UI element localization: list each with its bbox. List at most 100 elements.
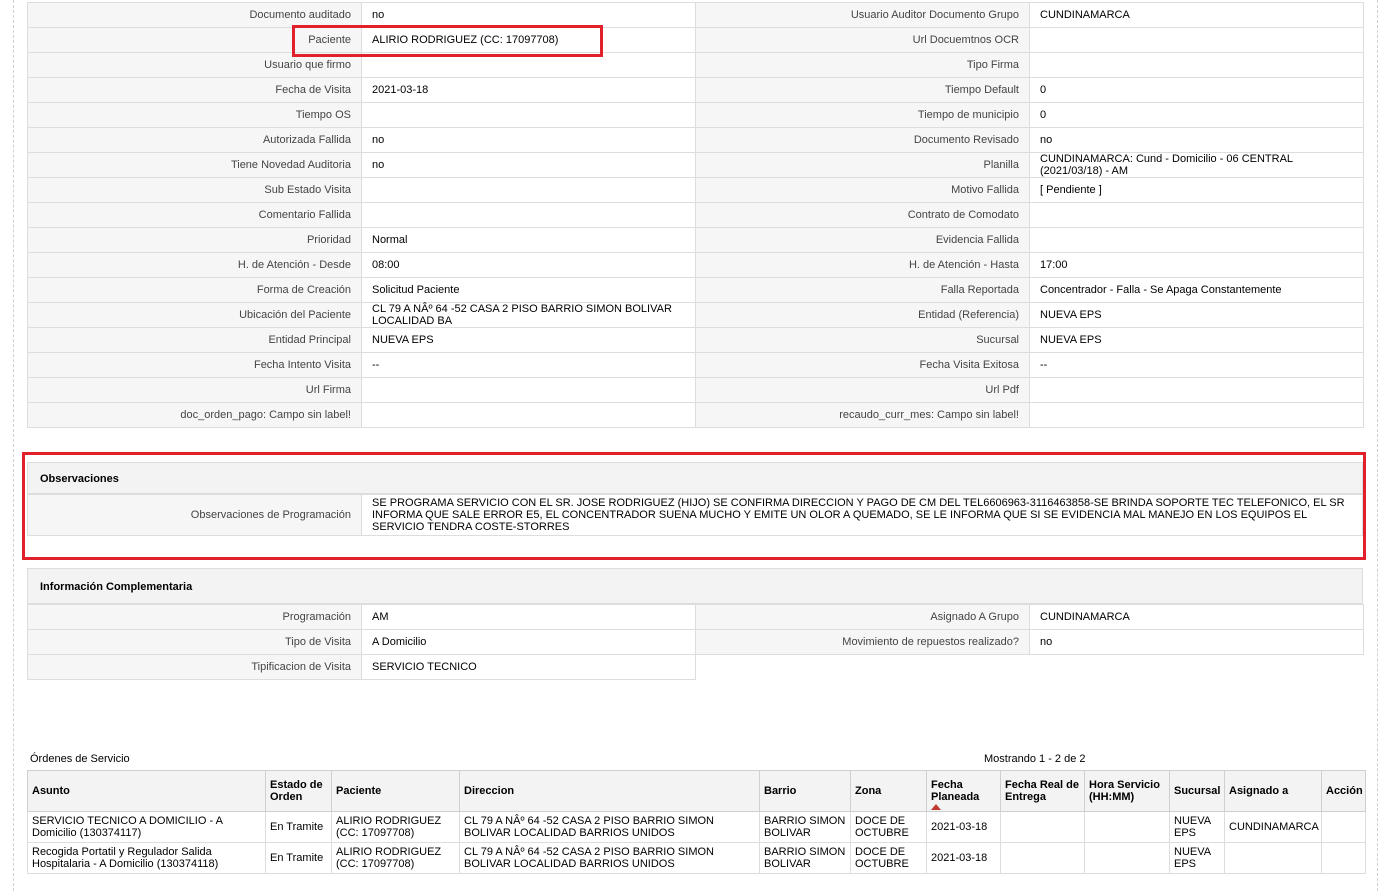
cell-direccion: CL 79 A NÂº 64 -52 CASA 2 PISO BARRIO SI… xyxy=(459,842,760,874)
complementaria-row: Tipificacion de Visita SERVICIO TECNICO xyxy=(27,654,1364,680)
cell-asunto: SERVICIO TECNICO A DOMICILIO - A Domicil… xyxy=(27,811,266,843)
detail-row: Comentario Fallida Contrato de Comodato xyxy=(27,202,1364,228)
field-value xyxy=(1029,377,1364,403)
col-header-direccion[interactable]: Direccion xyxy=(459,770,760,812)
cell-fecha-real xyxy=(1000,842,1085,874)
field-label: Forma de Creación xyxy=(27,277,362,303)
field-label: Tipificacion de Visita xyxy=(27,654,362,680)
col-header-accion: Acción xyxy=(1321,770,1366,812)
field-value: -- xyxy=(361,352,696,378)
orders-table: Asunto Estado de Orden Paciente Direccio… xyxy=(27,770,1366,874)
field-value: CUNDINAMARCA: Cund - Domicilio - 06 CENT… xyxy=(1029,152,1364,178)
detail-row: Ubicación del Paciente CL 79 A NÂº 64 -52… xyxy=(27,302,1364,328)
complementaria-row: Tipo de Visita A Domicilio Movimiento de r… xyxy=(27,629,1364,655)
col-header-hora[interactable]: Hora Servicio (HH:MM) xyxy=(1084,770,1170,812)
detail-row: Fecha de Visita 2021-03-18 Tiempo Default 0 xyxy=(27,77,1364,103)
field-label: Documento Revisado xyxy=(695,127,1030,153)
field-label: Tiene Novedad Auditoria xyxy=(27,152,362,178)
field-value xyxy=(1029,402,1364,428)
field-label: Comentario Fallida xyxy=(27,202,362,228)
cell-estado: En Tramite xyxy=(265,811,332,843)
col-header-zona[interactable]: Zona xyxy=(850,770,927,812)
field-value xyxy=(361,402,696,428)
field-value xyxy=(361,202,696,228)
field-label: Sub Estado Visita xyxy=(27,177,362,203)
field-value: no xyxy=(361,152,696,178)
complementaria-row: Programación AM Asignado A Grupo CUNDINAMAR… xyxy=(27,604,1364,630)
col-header-paciente[interactable]: Paciente xyxy=(331,770,460,812)
field-label: Falla Reportada xyxy=(695,277,1030,303)
col-header-fecha-real[interactable]: Fecha Real de Entrega xyxy=(1000,770,1085,812)
field-label: Fecha de Visita xyxy=(27,77,362,103)
field-label: Usuario Auditor Documento Grupo xyxy=(695,2,1030,28)
field-value: 17:00 xyxy=(1029,252,1364,278)
field-label: Entidad Principal xyxy=(27,327,362,353)
field-value: 2021-03-18 xyxy=(361,77,696,103)
detail-row: Fecha Intento Visita -- Fecha Visita Exito… xyxy=(27,352,1364,378)
right-dashed-guide xyxy=(1377,0,1378,891)
field-label: Autorizada Fallida xyxy=(27,127,362,153)
field-value: no xyxy=(1029,127,1364,153)
field-value xyxy=(1029,654,1364,680)
field-label: Tipo Firma xyxy=(695,52,1030,78)
field-label xyxy=(695,654,1030,680)
field-value: NUEVA EPS xyxy=(1029,302,1364,328)
field-value: CUNDINAMARCA xyxy=(1029,2,1364,28)
left-dashed-guide xyxy=(13,0,14,891)
col-header-fecha-planeada[interactable]: Fecha Planeada xyxy=(926,770,1001,812)
orders-header-row: Asunto Estado de Orden Paciente Direccio… xyxy=(27,770,1366,812)
field-label: Url Firma xyxy=(27,377,362,403)
field-label: Url Docuemtnos OCR xyxy=(695,27,1030,53)
field-label: Prioridad xyxy=(27,227,362,253)
field-label: Tiempo Default xyxy=(695,77,1030,103)
field-label: H. de Atención - Desde xyxy=(27,252,362,278)
field-label: H. de Atención - Hasta xyxy=(695,252,1030,278)
cell-direccion: CL 79 A NÂº 64 -52 CASA 2 PISO BARRIO SI… xyxy=(459,811,760,843)
field-label: Url Pdf xyxy=(695,377,1030,403)
cell-zona: DOCE DE OCTUBRE xyxy=(850,842,927,874)
cell-fecha-real xyxy=(1000,811,1085,843)
cell-hora xyxy=(1084,842,1170,874)
detail-row: Sub Estado Visita Motivo Fallida[ Pendien… xyxy=(27,177,1364,203)
col-header-fecha-planeada-label: Fecha Planeada xyxy=(931,779,980,803)
field-label: Fecha Intento Visita xyxy=(27,352,362,378)
field-label: Movimiento de repuestos realizado? xyxy=(695,629,1030,655)
cell-barrio: BARRIO SIMON BOLIVAR xyxy=(759,842,851,874)
col-header-barrio[interactable]: Barrio xyxy=(759,770,851,812)
orders-pagination-count: Mostrando 1 - 2 de 2 xyxy=(984,753,1086,765)
field-value: Concentrador - Falla - Se Apaga Constant… xyxy=(1029,277,1364,303)
detail-row: Tiempo OS Tiempo de municipio 0 xyxy=(27,102,1364,128)
col-header-asignado[interactable]: Asignado a xyxy=(1224,770,1322,812)
col-header-estado[interactable]: Estado de Orden xyxy=(265,770,332,812)
field-label: Fecha Visita Exitosa xyxy=(695,352,1030,378)
complementaria-table: Programación AM Asignado A Grupo CUNDINAMAR… xyxy=(27,604,1364,680)
field-label: Ubicación del Paciente xyxy=(27,302,362,328)
field-value: 0 xyxy=(1029,77,1364,103)
orders-title: Órdenes de Servicio xyxy=(30,753,130,765)
cell-estado: En Tramite xyxy=(265,842,332,874)
col-header-asunto[interactable]: Asunto xyxy=(27,770,266,812)
field-value xyxy=(361,377,696,403)
col-header-sucursal[interactable]: Sucursal xyxy=(1169,770,1225,812)
cell-accion xyxy=(1321,811,1366,843)
field-label: Motivo Fallida xyxy=(695,177,1030,203)
cell-fecha-planeada: 2021-03-18 xyxy=(926,811,1001,843)
field-label: doc_orden_pago: Campo sin label! xyxy=(27,402,362,428)
detail-row: H. de Atención - Desde 08:00 H. de Atenció… xyxy=(27,252,1364,278)
cell-asignado xyxy=(1224,842,1322,874)
detail-row: doc_orden_pago: Campo sin label! recaudo_… xyxy=(27,402,1364,428)
detail-row: Usuario que firmo Tipo Firma xyxy=(27,52,1364,78)
field-label: Tiempo de municipio xyxy=(695,102,1030,128)
table-row[interactable]: Recogida Portatil y Regulador Salida Hos… xyxy=(27,842,1366,874)
cell-sucursal: NUEVA EPS xyxy=(1169,842,1225,874)
cell-sucursal: NUEVA EPS xyxy=(1169,811,1225,843)
table-row[interactable]: SERVICIO TECNICO A DOMICILIO - A Domicil… xyxy=(27,811,1366,843)
detail-row: Tiene Novedad Auditoria no Planilla CUNDINA… xyxy=(27,152,1364,178)
field-value: [ Pendiente ] xyxy=(1029,177,1364,203)
field-value: A Domicilio xyxy=(361,629,696,655)
detail-row: Paciente ALIRIO RODRIGUEZ (CC: 17097708) U… xyxy=(27,27,1364,53)
field-value: CL 79 A NÂº 64 -52 CASA 2 PISO BARRIO SI… xyxy=(361,302,696,328)
field-label: Planilla xyxy=(695,152,1030,178)
field-label: Sucursal xyxy=(695,327,1030,353)
detail-row: Forma de Creación Solicitud Paciente Falla… xyxy=(27,277,1364,303)
